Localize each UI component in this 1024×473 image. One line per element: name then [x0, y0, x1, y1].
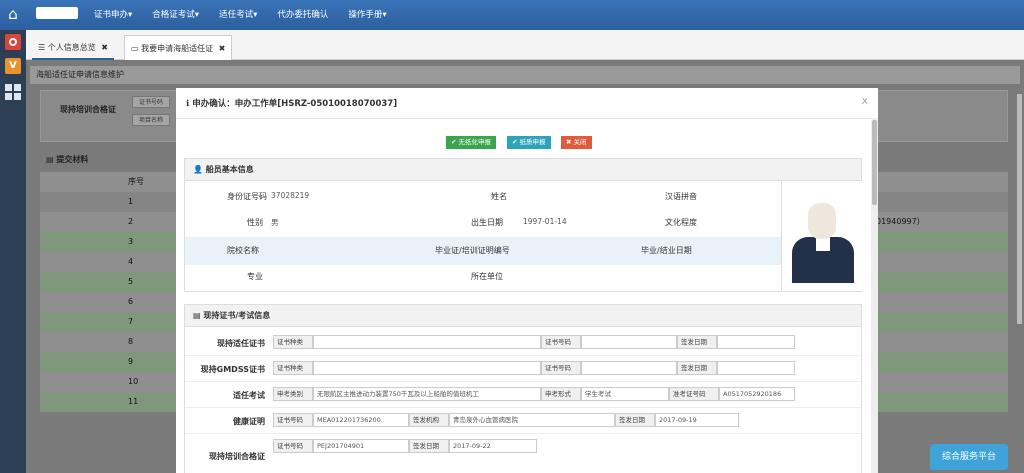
health-date-value: 2017-09-19	[655, 413, 739, 427]
current-cert-label: 现持适任证书	[217, 339, 265, 348]
divider	[185, 433, 861, 434]
unit-label: 所在单位	[471, 272, 503, 281]
school-label: 院校名称	[227, 246, 259, 255]
training-no-box: 证书号码	[273, 439, 313, 453]
v-icon[interactable]: V	[5, 58, 21, 74]
home-icon[interactable]: ⌂	[4, 5, 22, 23]
id-label: 身份证号码	[227, 192, 267, 201]
birth-label: 出生日期	[471, 218, 503, 227]
divider	[185, 381, 861, 382]
issue-date-box: 签发日期	[409, 439, 449, 453]
logo	[36, 7, 78, 19]
tab-bar: ☰ 个人信息总览 ✖ ▭ 我要申请海船适任证 ✖	[26, 30, 1024, 60]
exam-label: 适任考试	[233, 391, 265, 400]
close-icon[interactable]: ✖	[101, 43, 108, 52]
health-no-box: 证书号码	[273, 413, 313, 427]
tab-label: 我要申请海船适任证	[141, 44, 214, 53]
basic-info-panel: 👤 船员基本信息 身份证号码 37028219 姓名 汉语拼音 性别 男 出生日…	[184, 158, 863, 292]
photo	[781, 181, 863, 291]
tab-label: 个人信息总览	[47, 43, 96, 52]
cert-info-panel: ▤ 现持证书/考试信息 现持适任证书 证书种类 证书号码 签发日期 现持GMDS…	[184, 304, 862, 473]
menu-competency-exam[interactable]: 适任考试▾	[209, 0, 267, 30]
grid-icon[interactable]	[5, 84, 21, 100]
tab-apply-competency[interactable]: ▭ 我要申请海船适任证 ✖	[124, 35, 233, 60]
name-label: 姓名	[491, 192, 507, 201]
gender-value: 男	[271, 218, 279, 227]
menu-cert-apply[interactable]: 证书申办▾	[84, 0, 142, 30]
issue-date-box: 签发日期	[677, 361, 717, 375]
exam-form-box: 申考形式	[541, 387, 581, 401]
menu-qualification-exam[interactable]: 合格证考试▾	[142, 0, 209, 30]
ticket-no-box: 准考证号码	[669, 387, 719, 401]
training-date-value: 2017-09-22	[449, 439, 537, 453]
bg-section-label: 现持培训合格证	[60, 105, 116, 114]
training-no-value: PEJ201704901	[313, 439, 409, 453]
photo-face	[808, 203, 836, 239]
id-value: 37028219	[271, 191, 310, 200]
issue-date-value	[717, 335, 795, 349]
document-icon: ▤	[193, 311, 204, 320]
education-label: 文化程度	[665, 218, 697, 227]
bg-field-item-name: 项目名称	[132, 114, 170, 126]
menu-proxy-confirm[interactable]: 代办委托确认	[267, 0, 338, 30]
tab-personal-overview[interactable]: ☰ 个人信息总览 ✖	[32, 35, 114, 60]
training-cert-label: 现持培训合格证	[209, 452, 265, 461]
cert-no-label: 毕业证/培训证明编号	[435, 246, 510, 255]
bg-submit-title: ▤ 提交材料	[46, 155, 89, 164]
modal-title: ℹ 申办确认：申办工作单[HSRZ-05010018070037]	[186, 99, 398, 109]
bg-field-cert-no: 证书号码	[132, 96, 170, 108]
main-menu: 证书申办▾ 合格证考试▾ 适任考试▾ 代办委托确认 操作手册▾	[84, 0, 397, 30]
exam-type-box: 申考类别	[273, 387, 313, 401]
divider	[185, 355, 861, 356]
service-platform-button[interactable]: 综合服务平台	[930, 444, 1008, 470]
paper-submit-button[interactable]: ✔ 纸质申报	[507, 136, 551, 149]
cert-type-box: 证书种类	[273, 335, 313, 349]
close-button[interactable]: ✖ 关闭	[561, 136, 592, 149]
paperless-submit-button[interactable]: ✔ 无纸化申报	[446, 136, 497, 149]
close-icon[interactable]: ✖	[219, 44, 226, 53]
cert-type-box: 证书种类	[273, 361, 313, 375]
cert-no-value	[581, 361, 677, 375]
left-sidebar: V	[0, 30, 26, 473]
pinyin-label: 汉语拼音	[665, 192, 697, 201]
issue-date-box: 签发日期	[677, 335, 717, 349]
issue-date-value	[717, 361, 795, 375]
photo-collar	[816, 237, 830, 251]
cert-no-box: 证书号码	[541, 361, 581, 375]
cert-type-value	[313, 335, 541, 349]
health-no-value: MEA012201736200	[313, 413, 409, 427]
panel-header: ▤ 现持证书/考试信息	[185, 305, 861, 327]
exam-type-value: 无限航区主推进动力装置750千瓦及以上船舶的值班机工	[313, 387, 541, 401]
menu-manual[interactable]: 操作手册▾	[338, 0, 396, 30]
modal-scroll-thumb[interactable]	[872, 120, 877, 205]
gmdss-cert-label: 现持GMDSS证书	[200, 365, 265, 374]
cert-no-value	[581, 335, 677, 349]
record-icon[interactable]	[5, 34, 21, 50]
user-icon: 👤	[193, 165, 206, 174]
list-icon: ☰	[38, 43, 48, 52]
health-label: 健康证明	[233, 417, 265, 426]
gender-label: 性别	[247, 218, 263, 227]
page-title: 海船适任证申请信息维护	[30, 66, 1020, 84]
top-navbar: ⌂ 证书申办▾ 合格证考试▾ 适任考试▾ 代办委托确认 操作手册▾	[0, 0, 1024, 30]
birth-value: 1997-01-14	[523, 217, 567, 226]
page-scrollbar[interactable]	[1017, 94, 1022, 324]
major-label: 专业	[247, 272, 263, 281]
divider	[185, 407, 861, 408]
exam-form-value: 学生考试	[581, 387, 669, 401]
cert-no-box: 证书号码	[541, 335, 581, 349]
issuer-box: 签发机构	[409, 413, 449, 427]
cert-type-value	[313, 361, 541, 375]
card-icon: ▭	[131, 44, 142, 53]
ticket-no-value: A0517052920186	[719, 387, 795, 401]
divider	[176, 118, 876, 119]
panel-header: 👤 船员基本信息	[185, 159, 861, 181]
issue-date-box: 签发日期	[615, 413, 655, 427]
modal-close-button[interactable]: x	[861, 94, 868, 107]
grad-date-label: 毕业/结业日期	[641, 246, 692, 255]
document-icon: ▤	[46, 155, 57, 164]
issuer-value: 青岛泉外心血管病医院	[449, 413, 615, 427]
confirm-modal: ℹ 申办确认：申办工作单[HSRZ-05010018070037] x ✔ 无纸…	[176, 88, 878, 473]
